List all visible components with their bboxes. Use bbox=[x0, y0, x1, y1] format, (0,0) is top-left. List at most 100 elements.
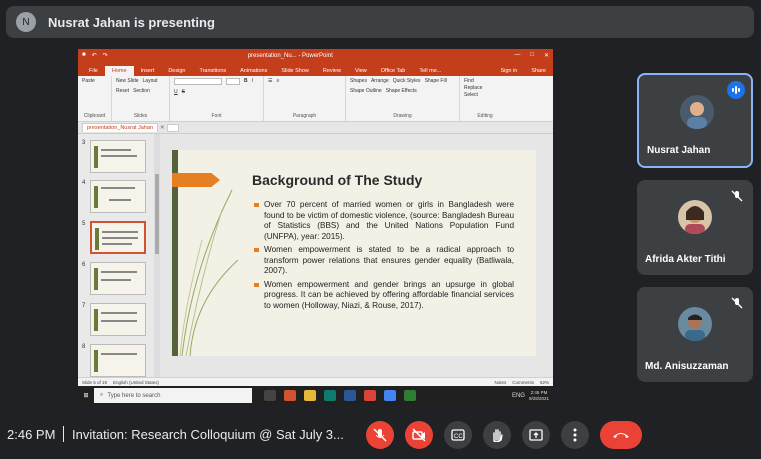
shape-fill-button[interactable]: Shape Fill bbox=[425, 78, 447, 84]
presenter-avatar: N bbox=[16, 12, 36, 32]
participant-tile[interactable]: Afrida Akter Tithi bbox=[637, 180, 753, 275]
new-tab-button[interactable] bbox=[166, 123, 179, 132]
comments-button[interactable]: Comments bbox=[512, 380, 534, 385]
slide-thumbnail[interactable] bbox=[90, 140, 146, 173]
microphone-off-button[interactable] bbox=[366, 421, 394, 449]
redo-icon[interactable]: ↷ bbox=[103, 52, 108, 59]
thumbnail-number: 5 bbox=[82, 221, 86, 227]
close-icon[interactable]: ✕ bbox=[544, 52, 549, 59]
ppt-titlebar: ■ ↶ ↷ presentation_Nu... - PowerPoint — … bbox=[78, 49, 553, 62]
hang-up-icon bbox=[613, 433, 629, 438]
participant-tile[interactable]: Nusrat Jahan bbox=[637, 73, 753, 168]
notes-button[interactable]: Notes bbox=[494, 380, 506, 385]
participant-tile[interactable]: Md. Anisuzzaman bbox=[637, 287, 753, 382]
shapes-button[interactable]: Shapes bbox=[350, 78, 367, 84]
meeting-controls-bar: 2:46 PM Invitation: Research Colloquium … bbox=[0, 412, 761, 459]
meeting-title[interactable]: Invitation: Research Colloquium @ Sat Ju… bbox=[72, 427, 344, 442]
tab-slide-show[interactable]: Slide Show bbox=[274, 66, 316, 76]
bullet-item: Women empowerment is stated to be a radi… bbox=[254, 245, 514, 277]
slide-thumbnail[interactable] bbox=[90, 303, 146, 336]
minimize-icon[interactable]: — bbox=[514, 52, 520, 59]
tab-design[interactable]: Design bbox=[161, 66, 192, 76]
raise-hand-button[interactable] bbox=[483, 421, 511, 449]
paste-button[interactable]: Paste bbox=[82, 78, 95, 84]
quick-styles-button[interactable]: Quick Styles bbox=[393, 78, 421, 84]
close-tab-icon[interactable]: ✕ bbox=[160, 125, 165, 131]
font-group: B I U S Font bbox=[170, 76, 264, 121]
tab-home[interactable]: Home bbox=[104, 66, 134, 76]
mic-off-icon bbox=[373, 428, 387, 442]
new-slide-button[interactable]: New Slide bbox=[116, 78, 139, 84]
select-button[interactable]: Select bbox=[464, 92, 506, 98]
bullet-item: Women empowerment and gender brings an u… bbox=[254, 280, 514, 312]
powerpoint-app-icon[interactable] bbox=[284, 390, 296, 401]
taskbar-search[interactable]: ⌕ Type here to search bbox=[94, 388, 252, 403]
zoom-level[interactable]: 62% bbox=[540, 380, 549, 385]
file-explorer-icon[interactable] bbox=[304, 390, 316, 401]
italic-button[interactable]: I bbox=[252, 78, 253, 85]
layout-button[interactable]: Layout bbox=[143, 78, 158, 84]
bold-button[interactable]: B bbox=[244, 78, 248, 85]
strikethrough-button[interactable]: S bbox=[182, 89, 185, 95]
arrange-button[interactable]: Arrange bbox=[371, 78, 389, 84]
more-options-button[interactable] bbox=[561, 421, 589, 449]
language-indicator[interactable]: ENG bbox=[512, 393, 525, 399]
ribbon-tabs: File Home Insert Design Transitions Anim… bbox=[78, 62, 553, 76]
browser-icon[interactable] bbox=[384, 390, 396, 401]
shape-effects-button[interactable]: Shape Effects bbox=[386, 88, 417, 94]
list-icon[interactable]: ≡ bbox=[276, 78, 279, 84]
leave-call-button[interactable] bbox=[600, 421, 642, 449]
system-tray: ENG 2:45 PM 9/28/2021 bbox=[512, 390, 553, 402]
windows-taskbar: ⊞ ⌕ Type here to search ENG 2:45 PM 9/28… bbox=[78, 386, 553, 405]
participant-photo bbox=[680, 95, 714, 129]
tell-me-search[interactable]: Tell me... bbox=[412, 66, 448, 76]
task-view-icon[interactable] bbox=[264, 390, 276, 401]
taskbar-clock[interactable]: 2:45 PM 9/28/2021 bbox=[529, 390, 549, 402]
slide-thumbnail[interactable] bbox=[90, 180, 146, 213]
present-icon bbox=[529, 429, 543, 441]
section-button[interactable]: Section bbox=[133, 88, 150, 94]
shape-outline-button[interactable]: Shape Outline bbox=[350, 88, 382, 94]
slide-canvas[interactable]: Background of The Study Over 70 percent … bbox=[172, 150, 536, 356]
save-icon[interactable]: ■ bbox=[82, 52, 86, 59]
font-size-box[interactable] bbox=[226, 78, 240, 85]
taskbar-search-placeholder: Type here to search bbox=[107, 392, 161, 399]
word-app-icon[interactable] bbox=[344, 390, 356, 401]
maximize-icon[interactable]: □ bbox=[530, 52, 534, 59]
store-icon[interactable] bbox=[324, 390, 336, 401]
present-button[interactable] bbox=[522, 421, 550, 449]
group-label: Paragraph bbox=[292, 113, 317, 119]
sign-in-link[interactable]: Sign in bbox=[493, 66, 524, 76]
slide-thumbnail[interactable] bbox=[90, 344, 146, 377]
tab-insert[interactable]: Insert bbox=[134, 66, 162, 76]
tab-view[interactable]: View bbox=[348, 66, 374, 76]
app-icon[interactable] bbox=[404, 390, 416, 401]
tab-office-tab[interactable]: Office Tab bbox=[374, 66, 413, 76]
drawing-group: Shapes Arrange Quick Styles Shape Fill S… bbox=[346, 76, 460, 121]
tab-file[interactable]: File bbox=[82, 66, 105, 76]
editing-group: Find Replace Select Editing bbox=[460, 76, 510, 121]
underline-button[interactable]: U bbox=[174, 89, 178, 95]
font-name-box[interactable] bbox=[174, 78, 222, 85]
bullet-item: Over 70 percent of married women or girl… bbox=[254, 200, 514, 242]
slide-thumbnail-selected[interactable] bbox=[90, 221, 146, 254]
windows-start-icon[interactable]: ⊞ bbox=[78, 392, 94, 399]
undo-icon[interactable]: ↶ bbox=[92, 52, 97, 59]
tab-review[interactable]: Review bbox=[316, 66, 348, 76]
thumbnail-scrollbar[interactable] bbox=[154, 134, 160, 377]
tab-transitions[interactable]: Transitions bbox=[192, 66, 233, 76]
find-button[interactable]: Find bbox=[464, 78, 506, 84]
camera-off-button[interactable] bbox=[405, 421, 433, 449]
reset-button[interactable]: Reset bbox=[116, 88, 129, 94]
replace-button[interactable]: Replace bbox=[464, 85, 506, 91]
group-label: Font bbox=[211, 113, 222, 119]
chrome-icon[interactable] bbox=[364, 390, 376, 401]
slide-thumbnail[interactable] bbox=[90, 262, 146, 295]
tab-animations[interactable]: Animations bbox=[233, 66, 274, 76]
document-tab[interactable]: presentation_Nusrat Jahan bbox=[82, 123, 159, 132]
align-icon[interactable]: ☰ bbox=[268, 78, 272, 84]
share-button[interactable]: Share bbox=[524, 66, 553, 76]
captions-button[interactable]: CC bbox=[444, 421, 472, 449]
thumbnail-number: 7 bbox=[82, 303, 86, 309]
participant-photo bbox=[678, 200, 712, 234]
